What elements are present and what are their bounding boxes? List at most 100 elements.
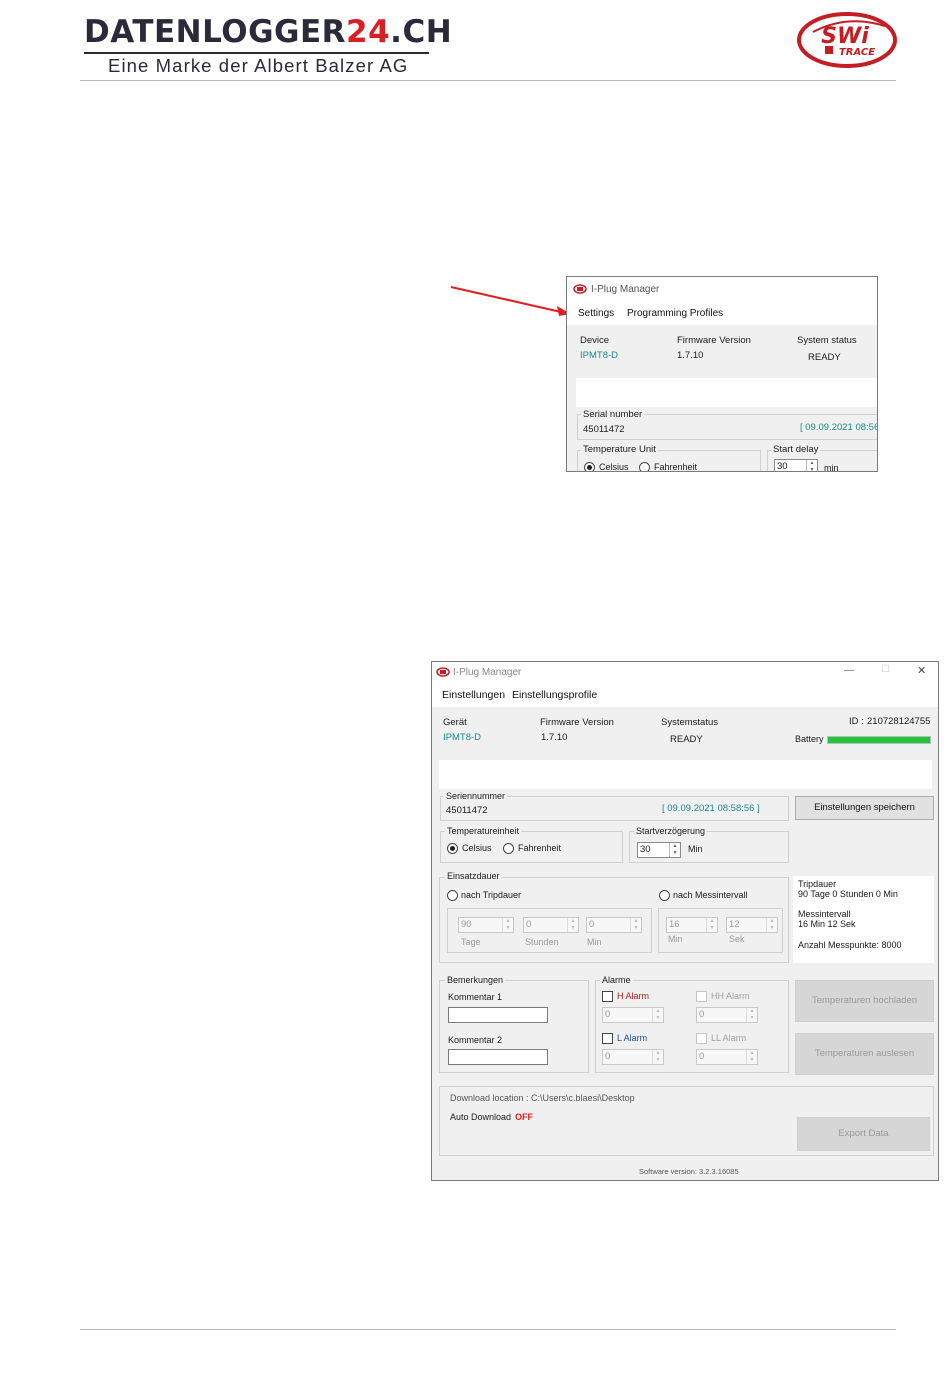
h-alarm-label: H Alarm — [617, 991, 650, 1001]
title-bar: I-Plug Manager — ☐ ✕ — [432, 662, 938, 686]
minimize-icon[interactable]: — — [844, 665, 854, 676]
serial-label: Serial number — [581, 409, 645, 420]
id-value: 210728124755 — [867, 716, 931, 727]
software-version: Software version: 3.2.3.16085 — [639, 1167, 739, 1176]
hours-caption: Stunden — [525, 937, 559, 947]
window-title: I-Plug Manager — [591, 284, 660, 295]
spinner-arrows-icon[interactable]: ▲ ▼ — [746, 1050, 757, 1064]
remarks-label: Bemerkungen — [445, 975, 506, 985]
spinner-arrows-icon[interactable]: ▲ ▼ — [567, 918, 578, 932]
spinner-arrows-icon[interactable]: ▲ ▼ — [806, 460, 817, 471]
header-divider — [80, 80, 896, 81]
device-value: IPMT8-D — [580, 350, 618, 361]
h-alarm-checkbox[interactable] — [602, 991, 613, 1002]
save-settings-button[interactable]: Einstellungen speichern — [795, 796, 934, 820]
status-label: Systemstatus — [661, 717, 719, 728]
ll-alarm-spinner[interactable]: 0 ▲ ▼ — [696, 1049, 758, 1065]
close-icon[interactable]: ✕ — [917, 664, 926, 677]
swi-trace-logo: SWi TRACE — [797, 12, 897, 68]
interval-seconds-spinner[interactable]: 12 ▲ ▼ — [726, 917, 778, 933]
spinner-arrows-icon[interactable]: ▲ ▼ — [652, 1008, 663, 1022]
serial-label: Seriennummer — [444, 791, 508, 801]
spinner-arrows-icon[interactable]: ▲ ▼ — [502, 918, 513, 932]
temp-unit-label: Temperature Unit — [581, 444, 658, 455]
info-trip-title: Tripdauer — [798, 879, 837, 889]
app-icon — [573, 284, 587, 294]
measure-interval-label: nach Messintervall — [673, 890, 748, 900]
celsius-label: Celsius — [462, 843, 492, 853]
menu-einstellungen[interactable]: Einstellungen — [442, 689, 505, 701]
l-alarm-label: L Alarm — [617, 1033, 648, 1043]
hh-alarm-spinner[interactable]: 0 ▲ ▼ — [696, 1007, 758, 1023]
l-alarm-checkbox[interactable] — [602, 1033, 613, 1044]
svg-text:TRACE: TRACE — [839, 47, 875, 58]
id-label: ID : — [849, 716, 864, 727]
celsius-label: Celsius — [599, 462, 629, 472]
device-label: Device — [580, 335, 610, 346]
ll-alarm-label: LL Alarm — [711, 1033, 747, 1043]
battery-bar — [827, 736, 931, 744]
comment1-label: Kommentar 1 — [448, 992, 503, 1002]
start-delay-spinner[interactable]: 30 ▲ ▼ — [637, 842, 681, 858]
download-location: Download location : C:\Users\c.blaesi\De… — [450, 1093, 635, 1103]
device-value: IPMT8-D — [443, 732, 481, 743]
interval-minutes-caption: Min — [668, 934, 683, 944]
export-data-button[interactable]: Export Data — [797, 1117, 930, 1151]
spinner-arrows-icon[interactable]: ▲ ▼ — [706, 918, 717, 932]
menu-settings[interactable]: Settings — [578, 308, 614, 319]
radio-fahrenheit[interactable] — [639, 462, 650, 471]
spinner-arrows-icon[interactable]: ▲ ▼ — [766, 918, 777, 932]
brand-tagline: Eine Marke der Albert Balzer AG — [108, 55, 409, 76]
hh-alarm-checkbox[interactable] — [696, 991, 707, 1002]
serial-value: 45011472 — [446, 805, 488, 816]
h-alarm-spinner[interactable]: 0 ▲ ▼ — [602, 1007, 664, 1023]
status-label: System status — [797, 335, 857, 346]
battery-label: Battery — [795, 734, 824, 744]
spinner-arrows-icon[interactable]: ▲ ▼ — [652, 1050, 663, 1064]
trip-days-spinner[interactable]: 90 ▲ ▼ — [458, 917, 514, 933]
interval-minutes-spinner[interactable]: 16 ▲ ▼ — [666, 917, 718, 933]
temp-unit-label: Temperatureinheit — [445, 826, 522, 836]
trip-minutes-spinner[interactable]: 0 ▲ ▼ — [586, 917, 642, 933]
read-temperatures-button[interactable]: Temperaturen auslesen — [795, 1033, 934, 1075]
start-delay-label: Start delay — [771, 444, 821, 455]
start-delay-spinner[interactable]: 30 ▲ ▼ — [774, 459, 818, 471]
serial-timestamp: [ 09.09.2021 08:58:56 ] — [662, 803, 760, 814]
ll-alarm-checkbox[interactable] — [696, 1033, 707, 1044]
app-icon — [436, 667, 450, 677]
spinner-arrows-icon[interactable]: ▲ ▼ — [630, 918, 641, 932]
datenlogger24-logo: DATENLOGGER24.CH Eine Marke der Albert B… — [84, 14, 453, 76]
menu-programming-profiles[interactable]: Programming Profiles — [627, 308, 723, 319]
serial-value: 45011472 — [583, 424, 625, 435]
trip-hours-spinner[interactable]: 0 ▲ ▼ — [523, 917, 579, 933]
auto-download-toggle[interactable]: OFF — [515, 1112, 533, 1122]
message-area — [439, 760, 932, 789]
alarms-label: Alarme — [600, 975, 633, 985]
radio-measure-interval[interactable] — [659, 890, 670, 901]
logo-underline — [84, 52, 429, 54]
duration-label: Einsatzdauer — [445, 871, 502, 881]
battery-fill — [828, 737, 930, 743]
radio-fahrenheit[interactable] — [503, 843, 514, 854]
radio-trip-duration[interactable] — [447, 890, 458, 901]
iplug-window-german: I-Plug Manager — ☐ ✕ Einstellungen Einst… — [431, 661, 939, 1181]
spinner-arrows-icon[interactable]: ▲ ▼ — [669, 843, 680, 857]
spinner-arrows-icon[interactable]: ▲ ▼ — [746, 1008, 757, 1022]
hh-alarm-label: HH Alarm — [711, 991, 750, 1001]
radio-celsius[interactable] — [447, 843, 458, 854]
firmware-label: Firmware Version — [540, 717, 614, 728]
brand-wordmark: DATENLOGGER24.CH — [84, 14, 453, 50]
upload-temperatures-button[interactable]: Temperaturen hochladen — [795, 980, 934, 1022]
iplug-window-english: I-Plug Manager Settings Programming Prof… — [566, 276, 878, 472]
menu-einstellungsprofile[interactable]: Einstellungsprofile — [512, 689, 597, 701]
window-title: I-Plug Manager — [453, 667, 522, 678]
start-delay-label: Startverzögerung — [634, 826, 708, 836]
fahrenheit-label: Fahrenheit — [654, 462, 698, 472]
maximize-icon[interactable]: ☐ — [881, 664, 890, 675]
firmware-value: 1.7.10 — [677, 350, 704, 361]
radio-celsius[interactable] — [584, 462, 595, 471]
comment2-input[interactable] — [448, 1049, 548, 1065]
status-value: READY — [808, 352, 841, 363]
l-alarm-spinner[interactable]: 0 ▲ ▼ — [602, 1049, 664, 1065]
comment1-input[interactable] — [448, 1007, 548, 1023]
